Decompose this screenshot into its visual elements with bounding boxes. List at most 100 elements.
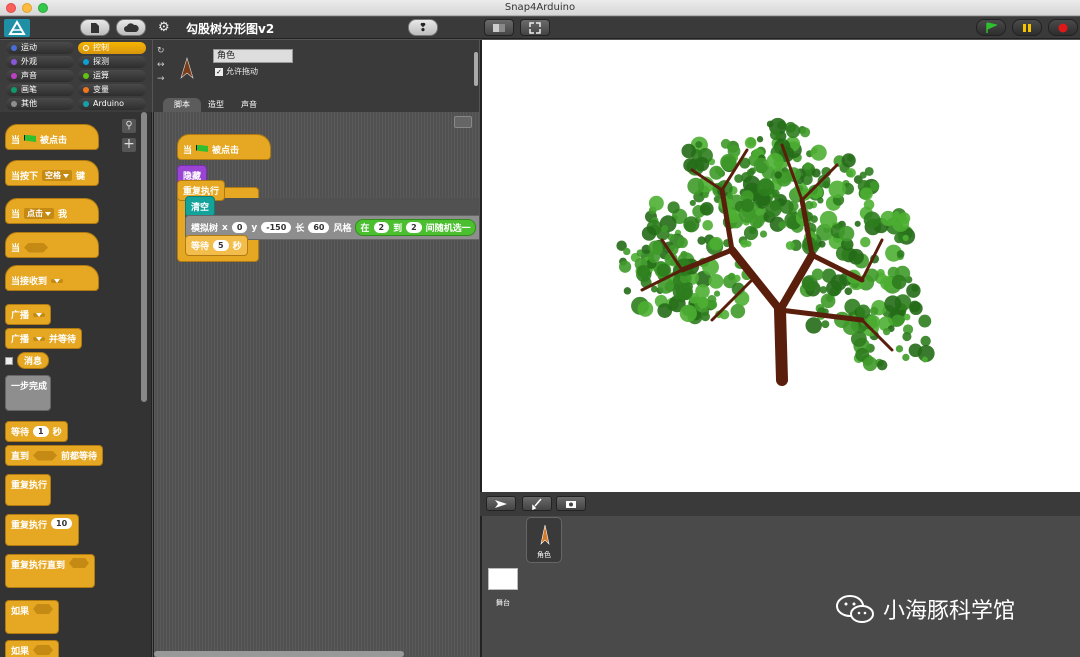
leaf-cluster [766, 120, 774, 128]
presentation-mode-button[interactable] [520, 19, 550, 36]
keyboard-icon[interactable] [454, 116, 472, 128]
script-block-clear[interactable]: 清空 [185, 196, 216, 217]
category-pen[interactable]: 画笔 [6, 84, 74, 96]
palette-block-broadcast[interactable]: 广播 [5, 304, 52, 325]
leaf-cluster [863, 211, 881, 229]
wechat-logo-icon [836, 595, 874, 623]
paint-sprite-button[interactable] [522, 496, 552, 511]
palette-block-when-receive[interactable]: 当接收到 [5, 265, 99, 291]
leaf-cluster [862, 356, 878, 372]
leaf-cluster [841, 153, 856, 168]
broadcast-wait-dropdown[interactable] [33, 336, 46, 341]
category-motion[interactable]: 运动 [6, 42, 74, 54]
stage-label: 舞台 [496, 599, 510, 607]
sprite-card[interactable]: 角色 [526, 517, 562, 563]
palette-block-wait[interactable]: 等待 1 秒 [5, 421, 68, 442]
palette-block-forever[interactable]: 重复执行 [5, 474, 51, 506]
leaf-cluster [641, 226, 657, 241]
draggable-checkbox[interactable]: ✓ [215, 67, 223, 76]
leaf-cluster [856, 304, 871, 319]
leaf-cluster [800, 127, 811, 138]
search-icon[interactable]: ⚲ [122, 119, 136, 133]
leaf-cluster [859, 187, 873, 201]
category-sensing[interactable]: 探测 [78, 56, 146, 68]
leaf-cluster [811, 168, 821, 178]
cloud-menu-button[interactable] [116, 19, 146, 36]
leaf-cluster [864, 166, 874, 176]
leaf-cluster [689, 199, 696, 207]
category-control[interactable]: 控制 [78, 42, 146, 54]
visible-stepping-button[interactable]: ❢ [408, 19, 438, 36]
stage-thumbnail[interactable] [488, 568, 518, 590]
palette-block-when-clicked[interactable]: 当点击我 [5, 198, 99, 224]
category-operators[interactable]: 运算 [78, 70, 146, 82]
pause-icon [1023, 23, 1031, 32]
corral-toolbar [480, 492, 1080, 516]
stop-button[interactable] [1048, 19, 1078, 36]
palette-block-repeat[interactable]: 重复执行 10 [5, 514, 79, 546]
leaf-cluster [804, 162, 812, 170]
settings-gear-icon[interactable]: ⚙ [158, 20, 170, 35]
sprite-name-input[interactable]: 角色 [213, 49, 293, 63]
draggable-option[interactable]: ✓ 允许拖动 [215, 66, 258, 77]
rotate-icon[interactable]: ↻ [157, 44, 167, 58]
sprite-corral [480, 516, 1080, 657]
message-checkbox[interactable] [5, 356, 13, 365]
motion-color-dot [11, 45, 17, 51]
category-arduino[interactable]: Arduino [78, 98, 146, 110]
cloud-icon [124, 22, 139, 32]
random-reporter[interactable]: 在2 到2 间随机选一 [355, 219, 476, 236]
message-dropdown[interactable] [51, 278, 64, 283]
file-menu-button[interactable] [80, 19, 110, 36]
no-rotate-icon[interactable]: → [157, 72, 167, 86]
green-flag-button[interactable] [976, 19, 1006, 36]
camera-sprite-button[interactable] [556, 496, 586, 511]
script-block-wait[interactable]: 等待 5 秒 [185, 235, 248, 256]
tab-costumes[interactable]: 造型 [201, 98, 231, 112]
broadcast-dropdown[interactable] [33, 312, 46, 317]
category-other[interactable]: 其他 [6, 98, 74, 110]
stage[interactable] [480, 40, 1080, 492]
if-condition-slot[interactable] [33, 604, 53, 614]
left-right-icon[interactable]: ↔ [157, 58, 167, 72]
condition-slot[interactable] [24, 242, 49, 253]
leaf-cluster [860, 236, 871, 248]
tab-sounds[interactable]: 声音 [233, 98, 265, 112]
palette-block-broadcast-wait[interactable]: 广播 并等待 [5, 328, 83, 349]
palette-block-wait-until[interactable]: 直到 前都等待 [5, 445, 104, 466]
tab-scripts[interactable]: 脚本 [163, 98, 201, 112]
snap-logo-button[interactable] [4, 19, 30, 37]
category-looks[interactable]: 外观 [6, 56, 74, 68]
script-block-when-flag[interactable]: 当被点击 [177, 134, 271, 160]
if-else-condition-slot[interactable] [33, 645, 53, 655]
palette-block-when-key[interactable]: 当按下 空格键 [5, 160, 99, 186]
rotation-style-buttons[interactable]: ↻ ↔ → [157, 44, 167, 86]
palette-block-warp[interactable]: 一步完成 [5, 375, 51, 411]
scripts-horizontal-scrollbar[interactable] [154, 651, 404, 657]
category-variables[interactable]: 变量 [78, 84, 146, 96]
normal-stage-button[interactable] [484, 19, 514, 36]
plus-icon[interactable]: + [122, 137, 136, 152]
scripts-area[interactable]: 当被点击 隐藏 重复执行 清空 模拟树 x0 y -150 长 60 风格 在2 到… [153, 112, 479, 657]
add-turtle-button[interactable] [486, 496, 516, 511]
leaf-cluster [895, 345, 904, 353]
palette-block-message[interactable]: 消息 [17, 352, 50, 369]
leaf-cluster [902, 234, 909, 242]
green-flag-icon [986, 21, 997, 33]
category-sound[interactable]: 声音 [6, 70, 74, 82]
repeat-until-slot[interactable] [69, 558, 89, 568]
leaf-cluster [810, 144, 827, 161]
pause-button[interactable] [1012, 19, 1042, 36]
leaf-cluster [876, 359, 888, 371]
sprite-info-scrollbar[interactable] [474, 52, 478, 86]
leaf-cluster [676, 237, 688, 249]
palette-block-when-flag[interactable]: 当被点击 [5, 124, 99, 150]
palette-scrollbar[interactable] [141, 112, 147, 402]
leaf-cluster [681, 143, 696, 159]
palette-block-when-condition[interactable]: 当 [5, 232, 99, 258]
palette-block-if-else[interactable]: 如果 [5, 640, 59, 657]
wait-until-slot[interactable] [33, 450, 58, 461]
palette-block-if[interactable]: 如果 [5, 600, 59, 634]
leaf-cluster [891, 274, 907, 290]
palette-block-repeat-until[interactable]: 重复执行直到 [5, 554, 95, 588]
